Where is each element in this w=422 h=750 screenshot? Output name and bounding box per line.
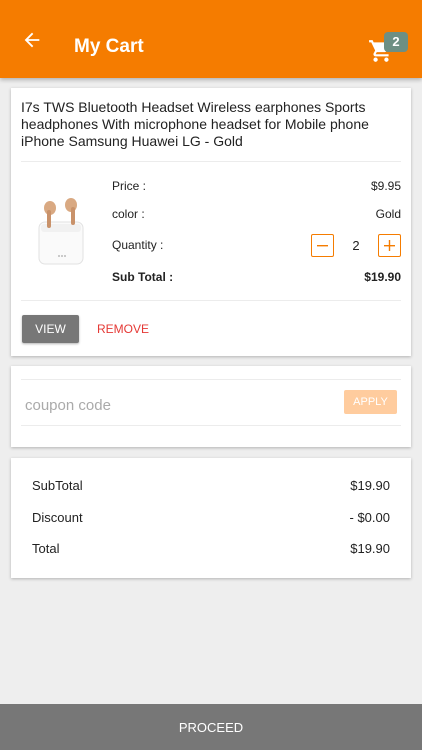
earbuds-product-image[interactable] — [33, 196, 89, 268]
summary-total-label: Total — [32, 540, 60, 556]
apply-coupon-button[interactable]: APPLY — [344, 390, 397, 414]
divider — [21, 300, 401, 301]
page-title: My Cart — [74, 36, 144, 57]
cart-count-badge: 2 — [384, 32, 408, 52]
summary-total-value: $19.90 — [350, 540, 390, 556]
coupon-code-input[interactable] — [25, 394, 325, 416]
color-value: Gold — [375, 207, 401, 221]
divider — [21, 161, 401, 162]
divider — [21, 379, 401, 380]
app-bar: My Cart 2 — [0, 0, 422, 78]
subtotal-row: Sub Total : $19.90 — [112, 267, 401, 287]
minus-icon — [317, 244, 328, 246]
summary-subtotal-row: SubTotal $19.90 — [32, 475, 390, 495]
summary-discount-row: Discount - $0.00 — [32, 507, 390, 527]
proceed-button[interactable]: PROCEED — [0, 704, 422, 750]
summary-total-row: Total $19.90 — [32, 538, 390, 558]
decrease-quantity-button[interactable] — [311, 233, 334, 257]
cart-item-card: I7s TWS Bluetooth Headset Wireless earph… — [11, 88, 411, 356]
order-summary-card: SubTotal $19.90 Discount - $0.00 Total $… — [11, 458, 411, 578]
summary-discount-label: Discount — [32, 509, 83, 525]
increase-quantity-button[interactable] — [378, 233, 401, 257]
divider — [21, 425, 401, 426]
coupon-card: APPLY — [11, 366, 411, 447]
quantity-label: Quantity : — [112, 238, 164, 252]
view-button[interactable]: VIEW — [22, 315, 79, 343]
price-row: Price : $9.95 — [112, 176, 401, 196]
color-row: color : Gold — [112, 204, 401, 224]
price-value: $9.95 — [370, 179, 401, 193]
arrow-left-icon — [24, 32, 40, 48]
color-label: color : — [112, 207, 145, 221]
product-name[interactable]: I7s TWS Bluetooth Headset Wireless earph… — [21, 99, 401, 150]
price-label: Price : — [112, 179, 147, 193]
summary-subtotal-value: $19.90 — [350, 477, 390, 493]
subtotal-value: $19.90 — [364, 270, 401, 284]
summary-discount-value: - $0.00 — [349, 509, 390, 525]
summary-subtotal-label: SubTotal — [32, 477, 83, 493]
cart-button[interactable]: 2 — [368, 32, 408, 68]
back-button[interactable] — [18, 26, 46, 54]
quantity-row: Quantity : 2 — [112, 233, 401, 257]
quantity-stepper: 2 — [311, 233, 401, 257]
plus-icon — [384, 239, 395, 251]
subtotal-label: Sub Total : — [112, 270, 174, 284]
quantity-value: 2 — [352, 237, 360, 253]
remove-button[interactable]: REMOVE — [97, 315, 149, 343]
